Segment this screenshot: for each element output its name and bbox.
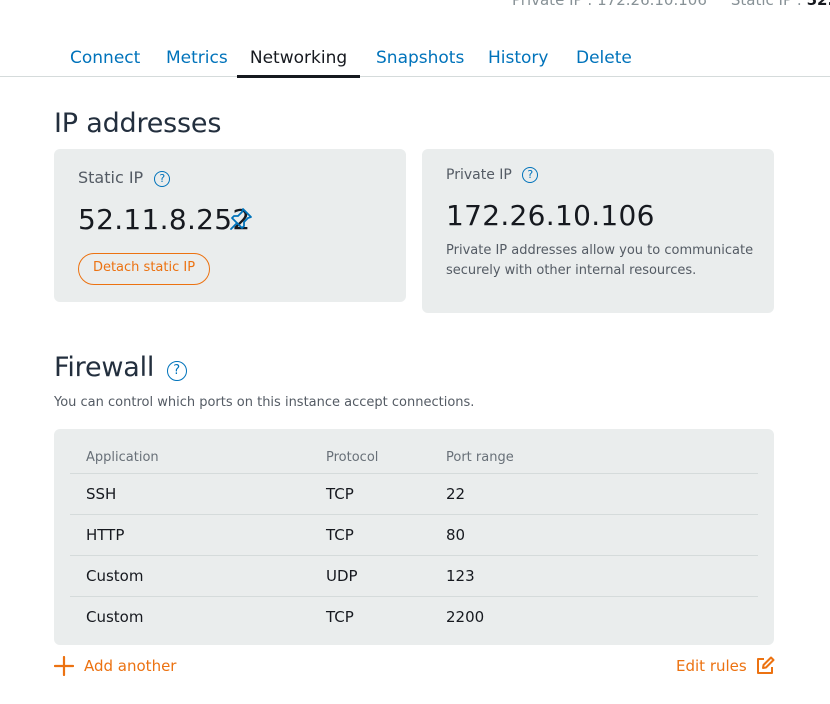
firewall-heading: Firewall ?	[54, 352, 187, 383]
column-header-protocol: Protocol	[310, 443, 430, 474]
private-ip-label: Private IP	[446, 167, 512, 183]
cell-protocol: TCP	[310, 514, 430, 556]
column-header-application: Application	[70, 443, 310, 474]
private-ip-card: Private IP ? 172.26.10.106 Private IP ad…	[422, 149, 774, 313]
private-ip-description-line: Private IP addresses allow you to commun…	[446, 243, 754, 258]
edit-rules-button[interactable]: Edit rules	[676, 655, 775, 677]
private-ip-description-line: securely with other internal resources.	[446, 263, 697, 278]
table-row: SSH TCP 22	[70, 473, 758, 515]
static-ip-card: Static IP ? 52.11.8.252 Detach static IP	[54, 149, 406, 302]
table-header-row: Application Protocol Port range	[70, 443, 758, 474]
static-ip-label-row: Static IP ?	[78, 168, 171, 187]
static-ip-value: 52.11.8.252	[78, 203, 251, 236]
cell-application: HTTP	[70, 514, 310, 556]
pin-icon[interactable]	[228, 206, 254, 232]
cell-port-range: 80	[430, 514, 758, 556]
private-ip-value: 172.26.10.106	[446, 199, 655, 232]
tab-history[interactable]: History	[488, 44, 548, 76]
ip-addresses-heading: IP addresses	[54, 108, 222, 139]
cell-port-range: 2200	[446, 607, 485, 626]
add-another-button[interactable]: Add another	[54, 655, 176, 677]
cell-application: Custom	[86, 607, 144, 626]
cell-port-range: 22	[430, 473, 758, 515]
firewall-title: Firewall	[54, 352, 155, 383]
tab-bar: Connect Metrics Networking Snapshots His…	[0, 44, 830, 78]
cell-protocol: TCP	[326, 607, 354, 626]
tab-networking[interactable]: Networking	[237, 44, 360, 78]
edit-rules-label: Edit rules	[676, 657, 747, 675]
table-row: Custom TCP 2200	[70, 596, 758, 637]
cell-protocol: TCP	[310, 473, 430, 515]
help-icon[interactable]: ?	[154, 170, 171, 187]
header-static-ip-label: Static IP :	[730, 0, 807, 9]
tab-delete[interactable]: Delete	[576, 44, 632, 76]
cell-port-range: 123	[430, 555, 758, 597]
instance-ip-summary: Private IP : 172.26.10.106 Static IP : 52…	[512, 0, 830, 11]
cell-application: Custom	[70, 555, 310, 597]
private-ip-label-row: Private IP ?	[446, 167, 539, 183]
detach-static-ip-button[interactable]: Detach static IP	[78, 253, 210, 285]
add-another-label: Add another	[84, 657, 177, 675]
table-row: HTTP TCP 80	[70, 514, 758, 556]
help-icon[interactable]: ?	[522, 167, 539, 183]
firewall-description: You can control which ports on this inst…	[54, 395, 475, 410]
edit-icon	[756, 656, 775, 674]
header-private-ip-label: Private IP :	[512, 0, 598, 9]
help-icon[interactable]: ?	[166, 361, 187, 381]
networking-page: Private IP : 172.26.10.106 Static IP : 52…	[0, 0, 830, 704]
tab-connect[interactable]: Connect	[70, 44, 140, 76]
cell-application: SSH	[70, 473, 310, 515]
tab-metrics[interactable]: Metrics	[166, 44, 228, 76]
column-header-port-range: Port range	[430, 443, 758, 474]
static-ip-label: Static IP	[78, 168, 144, 187]
plus-icon	[54, 656, 74, 676]
tab-snapshots[interactable]: Snapshots	[376, 44, 464, 76]
header-private-ip-value: 172.26.10.106	[597, 0, 707, 9]
table-row: Custom UDP 123	[70, 555, 758, 597]
firewall-rules-table: Application Protocol Port range SSH TCP …	[70, 443, 758, 637]
cell-protocol: UDP	[310, 555, 430, 597]
header-static-ip-value: 52.11.8.252	[806, 0, 830, 9]
private-ip-description: Private IP addresses allow you to commun…	[446, 241, 753, 281]
